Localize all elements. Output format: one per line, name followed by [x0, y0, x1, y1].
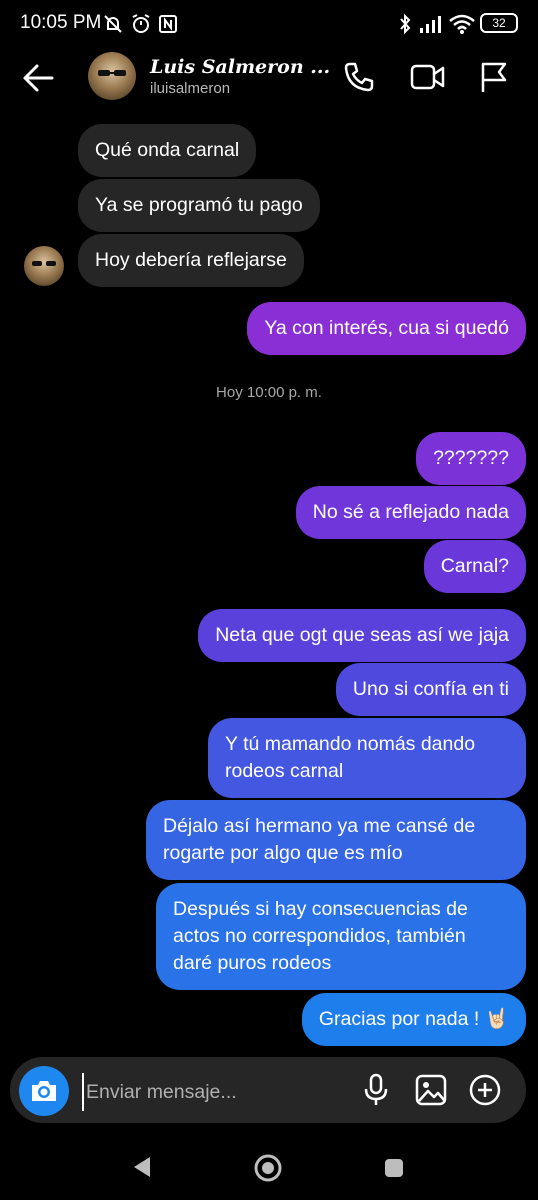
sender-avatar[interactable]: [24, 246, 64, 286]
outgoing-message[interactable]: Ya con interés, cua si quedó: [247, 302, 526, 355]
incoming-message[interactable]: Qué onda carnal: [78, 124, 257, 177]
outgoing-message[interactable]: No sé a reflejado nada: [295, 486, 526, 539]
outgoing-message[interactable]: Déjalo así hermano ya me cansé de rogart…: [146, 800, 526, 880]
nfc-icon: [158, 12, 178, 36]
message-input[interactable]: [82, 1073, 348, 1111]
contact-avatar[interactable]: [88, 52, 136, 100]
muted-alarm-icon: [102, 12, 124, 36]
gallery-icon[interactable]: [414, 1073, 448, 1112]
status-time: 10:05 PM: [20, 12, 102, 33]
outgoing-message[interactable]: Y tú mamando nomás dando rodeos carnal: [208, 718, 526, 798]
contact-username[interactable]: iluisalmeron: [150, 80, 230, 97]
nav-back-icon[interactable]: [130, 1154, 154, 1185]
back-arrow-icon[interactable]: [20, 60, 56, 96]
signal-icon: [418, 12, 444, 36]
camera-button[interactable]: [19, 1066, 69, 1116]
battery-indicator: 32: [480, 13, 518, 33]
microphone-icon[interactable]: [362, 1072, 390, 1113]
wifi-icon: [448, 12, 476, 36]
incoming-message[interactable]: Hoy debería reflejarse: [78, 234, 304, 287]
phone-call-icon[interactable]: [342, 60, 376, 99]
alarm-icon: [130, 12, 152, 36]
outgoing-message[interactable]: Carnal?: [423, 540, 526, 593]
outgoing-message[interactable]: Uno si confía en ti: [335, 663, 526, 716]
outgoing-message[interactable]: Neta que ogt que seas así we jaja: [198, 609, 526, 662]
video-call-icon[interactable]: [410, 62, 446, 97]
flag-report-icon[interactable]: [478, 60, 510, 99]
contact-name[interactable]: Luis Salmeron ...: [150, 56, 330, 78]
status-bar: 10:05 PM 32: [0, 0, 538, 48]
outgoing-message[interactable]: Después si hay consecuencias de actos no…: [156, 883, 526, 990]
add-plus-icon[interactable]: [468, 1073, 502, 1112]
bluetooth-icon: [398, 12, 412, 36]
outgoing-message[interactable]: ???????: [416, 432, 526, 485]
incoming-message[interactable]: Ya se programó tu pago: [78, 179, 320, 232]
message-timestamp: Hoy 10:00 p. m.: [216, 384, 322, 401]
camera-icon: [32, 1081, 56, 1101]
outgoing-message[interactable]: Gracias por nada ! 🤘🏻: [301, 993, 526, 1046]
nav-recents-icon[interactable]: [383, 1157, 405, 1184]
nav-home-icon[interactable]: [253, 1153, 283, 1188]
